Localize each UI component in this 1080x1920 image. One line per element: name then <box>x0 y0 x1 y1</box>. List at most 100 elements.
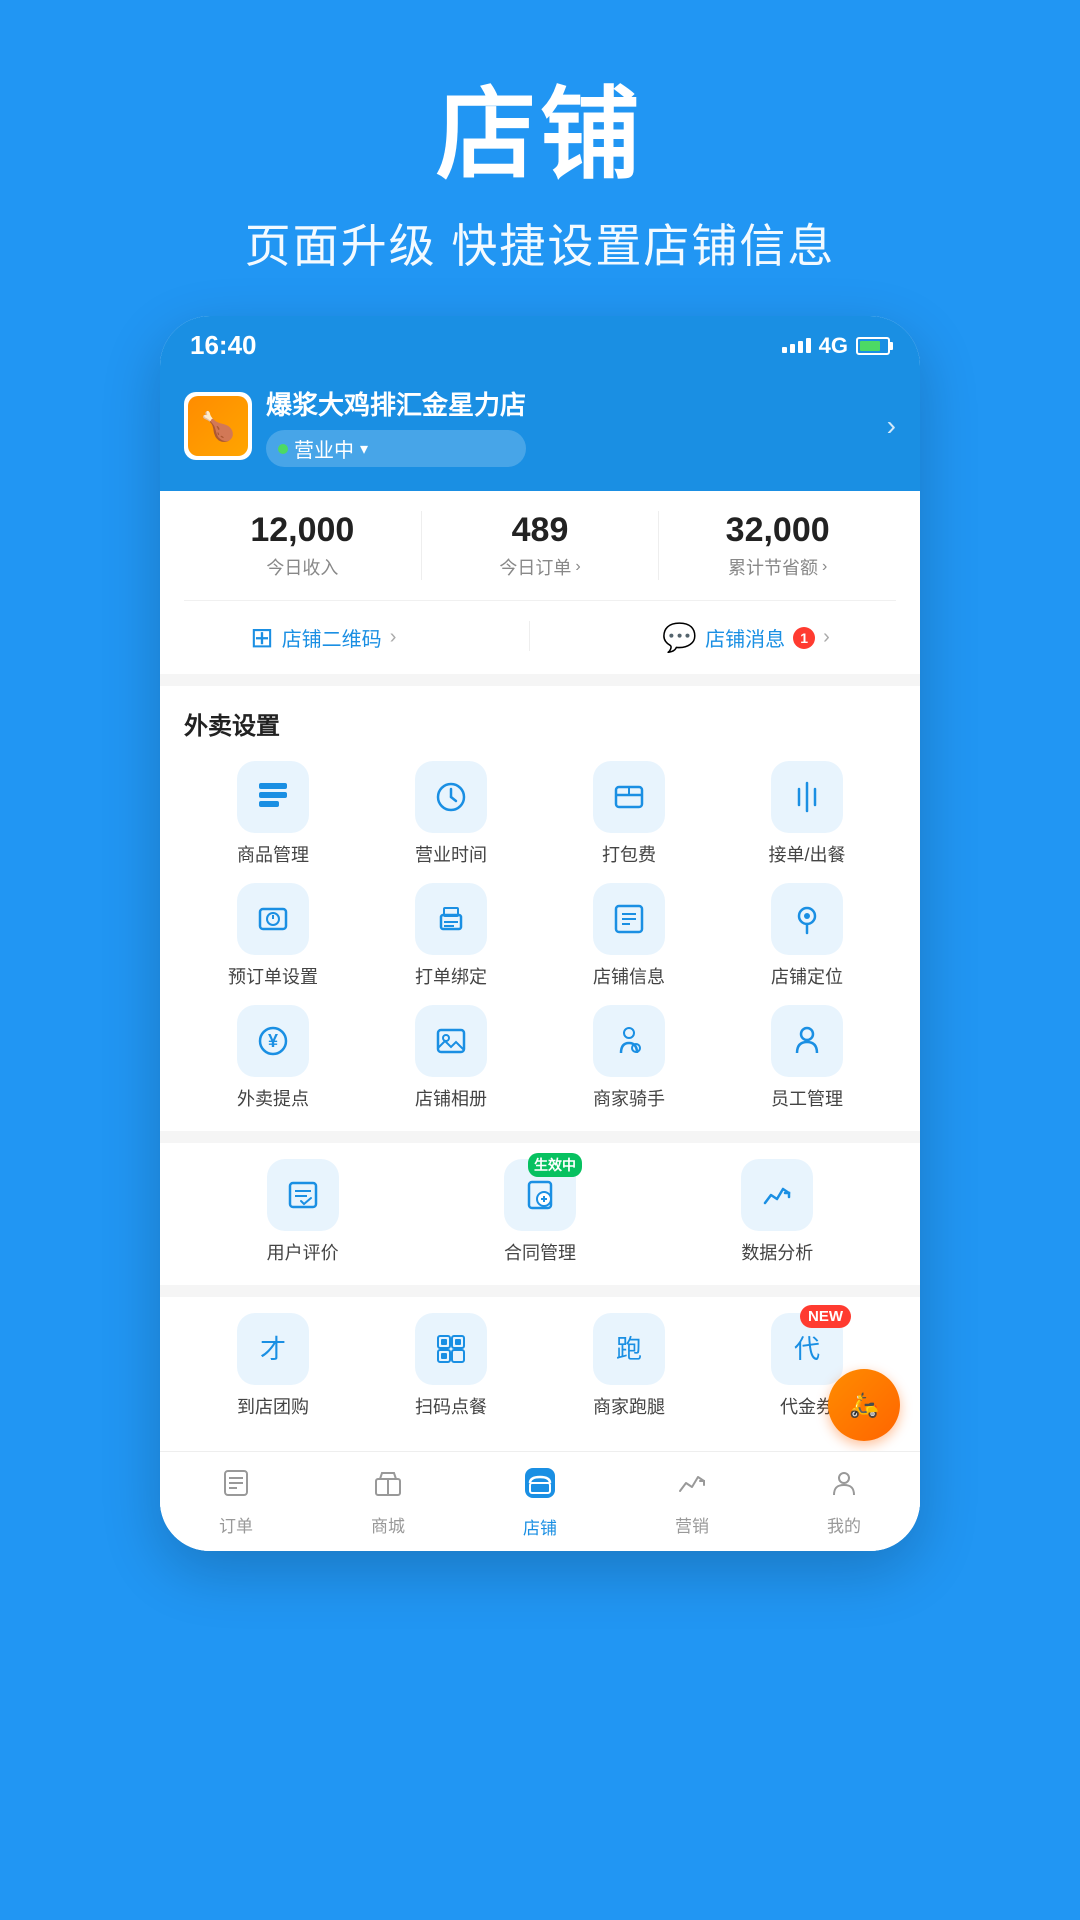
menu-item-tip[interactable]: ¥ 外卖提点 <box>184 1005 362 1111</box>
hero-subtitle: 页面升级 快捷设置店铺信息 <box>0 210 1080 276</box>
menu-item-packaging[interactable]: 打包费 <box>540 761 718 867</box>
scan-order-label: 扫码点餐 <box>415 1393 487 1419</box>
group-buy-icon: 才 <box>237 1313 309 1385</box>
stat-income-label: 今日收入 <box>184 554 421 580</box>
svg-text:¥: ¥ <box>268 1031 278 1051</box>
mine-nav-icon <box>828 1467 860 1507</box>
svg-text:🛵: 🛵 <box>849 1392 879 1419</box>
analytics-label: 数据分析 <box>741 1239 813 1265</box>
contract-label: 合同管理 <box>504 1239 576 1265</box>
stat-income-value: 12,000 <box>184 511 421 550</box>
rider-icon <box>593 1005 665 1077</box>
location-icon <box>771 883 843 955</box>
section-title-delivery: 外卖设置 <box>184 706 896 741</box>
qr-label: 店铺二维码 <box>282 623 382 652</box>
phone-header: 🍗 爆浆大鸡排汇金星力店 营业中 ▾ › <box>160 369 920 491</box>
store-detail-chevron[interactable]: › <box>887 410 896 442</box>
qr-code-link[interactable]: ⊞ 店铺二维码 › <box>250 621 396 654</box>
scan-order-icon <box>415 1313 487 1385</box>
nav-item-mine[interactable]: 我的 <box>768 1457 920 1547</box>
hours-icon <box>415 761 487 833</box>
quick-link-divider <box>529 621 530 651</box>
rider-label: 商家骑手 <box>593 1085 665 1111</box>
preorder-icon <box>237 883 309 955</box>
menu-item-review[interactable]: 用户评价 <box>184 1159 421 1265</box>
menu-item-receive[interactable]: 接单/出餐 <box>718 761 896 867</box>
message-label: 店铺消息 <box>705 623 785 652</box>
printer-label: 打单绑定 <box>415 963 487 989</box>
store-status-badge[interactable]: 营业中 ▾ <box>266 430 526 467</box>
stat-savings[interactable]: 32,000 累计节省额 › <box>658 511 896 580</box>
nav-order-label: 订单 <box>219 1512 253 1537</box>
store-info-row: 🍗 爆浆大鸡排汇金星力店 营业中 ▾ › <box>184 385 896 467</box>
nav-item-order[interactable]: 订单 <box>160 1457 312 1547</box>
status-icons: 4G <box>782 333 890 359</box>
stat-daily-orders[interactable]: 489 今日订单 › <box>421 511 659 580</box>
shop-nav-icon <box>372 1467 404 1507</box>
review-icon <box>267 1159 339 1231</box>
nav-store-label: 店铺 <box>523 1514 557 1539</box>
store-logo-inner: 🍗 <box>188 396 248 456</box>
review-label: 用户评价 <box>267 1239 339 1265</box>
marketing-nav-icon <box>676 1467 708 1507</box>
stat-orders-value: 489 <box>422 511 659 550</box>
contract-badge: 生效中 <box>528 1153 582 1177</box>
svg-text:跑: 跑 <box>616 1334 642 1364</box>
bottom-nav: 订单 商城 店铺 营销 我的 <box>160 1451 920 1551</box>
status-bar: 16:40 4G <box>160 316 920 369</box>
printer-icon <box>415 883 487 955</box>
analytics-icon <box>741 1159 813 1231</box>
menu-item-products[interactable]: 商品管理 <box>184 761 362 867</box>
menu-item-album[interactable]: 店铺相册 <box>362 1005 540 1111</box>
hero-title: 店铺 <box>0 80 1080 190</box>
store-info-label: 店铺信息 <box>593 963 665 989</box>
menu-item-errand[interactable]: 跑 商家跑腿 <box>540 1313 718 1419</box>
stats-card: 12,000 今日收入 489 今日订单 › 32,000 累计节省额 › ⊞ … <box>160 491 920 674</box>
staff-icon <box>771 1005 843 1077</box>
manage-icon-grid: 用户评价 生效中 合同管理 数据分析 <box>184 1159 896 1265</box>
nav-item-shop[interactable]: 商城 <box>312 1457 464 1547</box>
stats-row: 12,000 今日收入 489 今日订单 › 32,000 累计节省额 › <box>184 511 896 601</box>
menu-item-preorder[interactable]: 预订单设置 <box>184 883 362 989</box>
svg-text:才: 才 <box>260 1334 286 1364</box>
location-label: 店铺定位 <box>771 963 843 989</box>
packaging-label: 打包费 <box>602 841 656 867</box>
menu-item-analytics[interactable]: 数据分析 <box>659 1159 896 1265</box>
nav-mine-label: 我的 <box>827 1512 861 1537</box>
products-icon <box>237 761 309 833</box>
chicken-emoji: 🍗 <box>201 410 236 443</box>
menu-item-group-buy[interactable]: 才 到店团购 <box>184 1313 362 1419</box>
order-nav-icon <box>220 1467 252 1507</box>
network-label: 4G <box>819 333 848 359</box>
nav-item-store[interactable]: 店铺 <box>464 1455 616 1549</box>
store-nav-icon <box>522 1465 558 1509</box>
fab-delivery-button[interactable]: 🛵 <box>828 1369 900 1441</box>
errand-icon: 跑 <box>593 1313 665 1385</box>
stat-daily-income[interactable]: 12,000 今日收入 <box>184 511 421 580</box>
coupon-badge-new: NEW <box>800 1305 851 1328</box>
staff-label: 员工管理 <box>771 1085 843 1111</box>
status-time: 16:40 <box>190 330 257 361</box>
battery-icon <box>856 337 890 355</box>
receive-icon <box>771 761 843 833</box>
nav-item-marketing[interactable]: 营销 <box>616 1457 768 1547</box>
store-logo-group: 🍗 爆浆大鸡排汇金星力店 营业中 ▾ <box>184 385 526 467</box>
tip-label: 外卖提点 <box>237 1085 309 1111</box>
products-label: 商品管理 <box>237 841 309 867</box>
preorder-label: 预订单设置 <box>228 963 318 989</box>
menu-item-rider[interactable]: 商家骑手 <box>540 1005 718 1111</box>
menu-item-hours[interactable]: 营业时间 <box>362 761 540 867</box>
menu-item-store-info[interactable]: 店铺信息 <box>540 883 718 989</box>
menu-item-scan-order[interactable]: 扫码点餐 <box>362 1313 540 1419</box>
receive-label: 接单/出餐 <box>768 841 845 867</box>
menu-item-staff[interactable]: 员工管理 <box>718 1005 896 1111</box>
store-message-link[interactable]: 💬 店铺消息 1 › <box>662 621 830 654</box>
menu-item-location[interactable]: 店铺定位 <box>718 883 896 989</box>
message-icon: 💬 <box>662 621 697 654</box>
menu-item-printer[interactable]: 打单绑定 <box>362 883 540 989</box>
extra-icon-grid: 才 到店团购 扫码点餐 跑 商家跑腿 <box>184 1313 896 1419</box>
signal-icon <box>782 338 811 353</box>
nav-marketing-label: 营销 <box>675 1512 709 1537</box>
menu-item-contract[interactable]: 生效中 合同管理 <box>421 1159 658 1265</box>
delivery-icon-grid: 商品管理 营业时间 打包费 <box>184 761 896 1111</box>
